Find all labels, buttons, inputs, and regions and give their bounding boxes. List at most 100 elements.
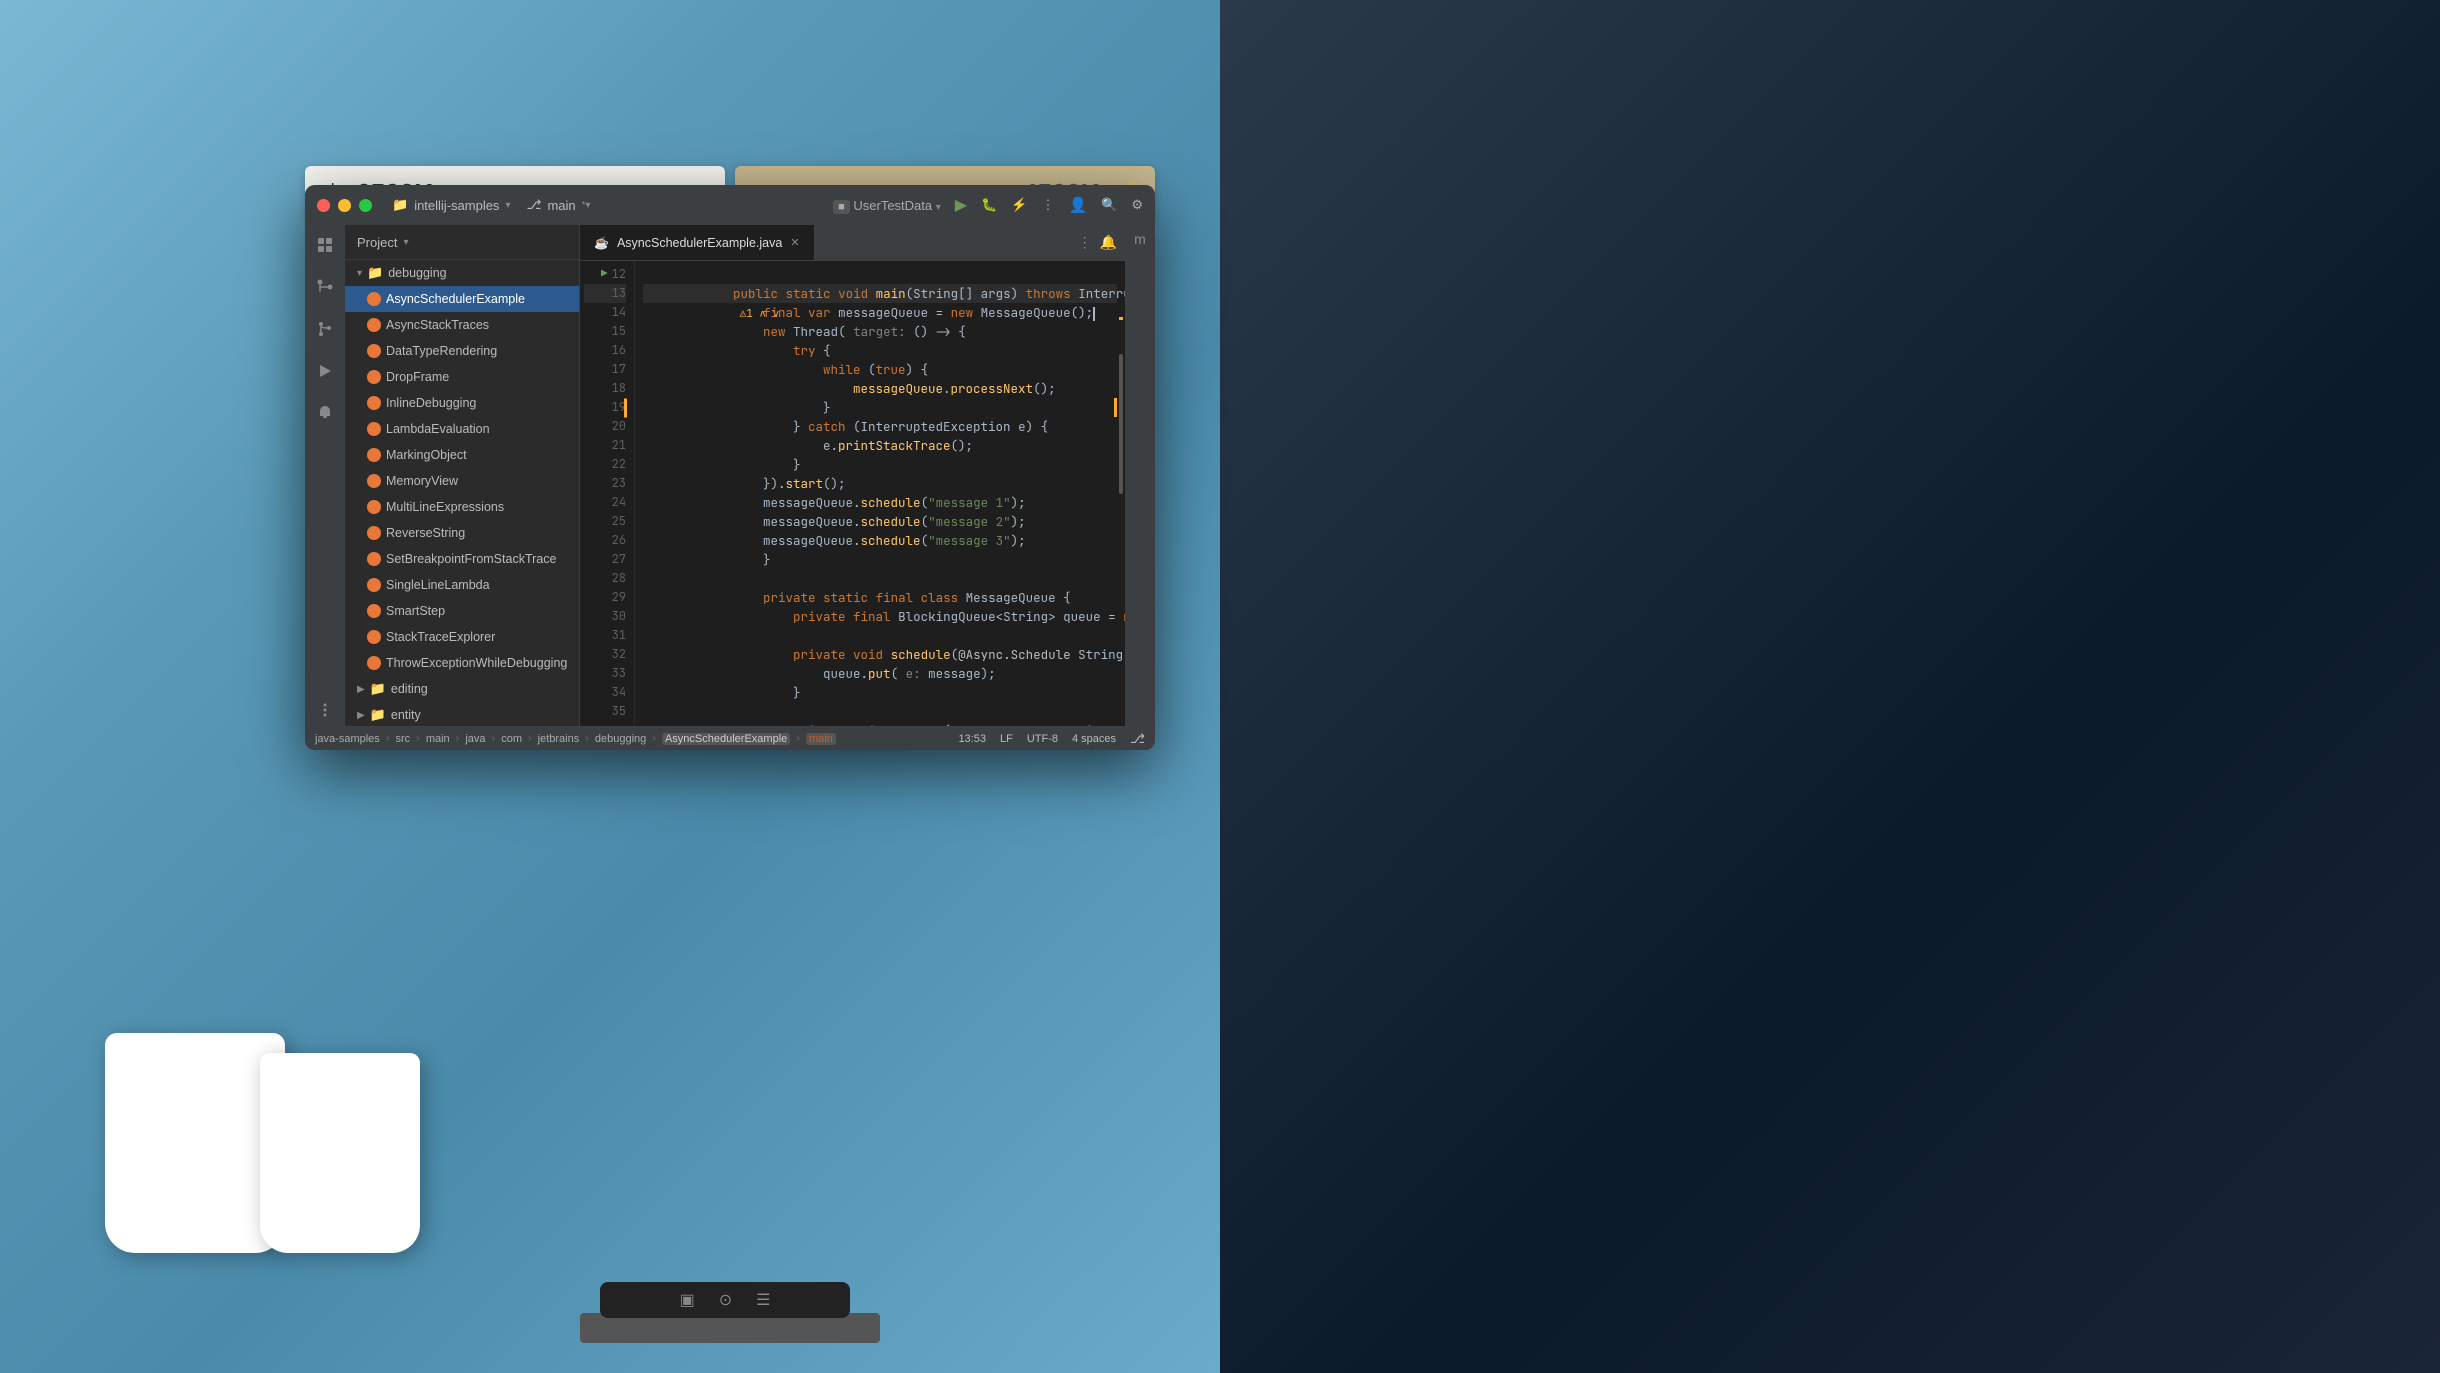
tree-file-smartstep[interactable]: SmartStep <box>345 598 579 624</box>
line-num-32: 32 <box>584 645 626 664</box>
monitor-controls: ▣ ⊙ ☰ <box>600 1282 850 1318</box>
tab-close-button[interactable]: ✕ <box>790 236 799 249</box>
stacktrace-label: StackTraceExplorer <box>386 630 495 644</box>
structure-icon[interactable] <box>313 275 337 299</box>
tree-file-throwexception[interactable]: ThrowExceptionWhileDebugging <box>345 650 579 676</box>
line-num-24: 24 <box>584 493 626 512</box>
project-icon[interactable] <box>313 233 337 257</box>
scrollbar-thumb[interactable] <box>1119 354 1123 494</box>
line-num-12: ▶ 12 <box>584 265 626 284</box>
ide-body: Project ▾ ▾ 📁 debugging AsyncSchedulerEx… <box>305 225 1155 726</box>
line-num-35: 35 <box>584 702 626 721</box>
search-button[interactable]: 🔍 <box>1101 197 1117 213</box>
line-num-29: 29 <box>584 588 626 607</box>
profile-button[interactable]: ⚡ <box>1011 197 1027 213</box>
title-bar: 📁 intellij-samples ▾ ⎇ main *▾ ■ UserTes… <box>305 185 1155 225</box>
project-chevron: ▾ <box>505 200 510 211</box>
entity-folder-icon: 📁 <box>370 707 386 723</box>
project-name: intellij-samples <box>414 198 499 213</box>
breadcrumb-text: java-samples <box>315 733 380 745</box>
tree-file-async-stack[interactable]: AsyncStackTraces <box>345 312 579 338</box>
warning-scroll-marker <box>1119 317 1123 320</box>
inline-label: InlineDebugging <box>386 396 476 410</box>
git-icon[interactable] <box>313 317 337 341</box>
maximize-button[interactable] <box>359 199 372 212</box>
memory-label: MemoryView <box>386 474 458 488</box>
tree-file-setbreakpoint[interactable]: SetBreakpointFromStackTrace <box>345 546 579 572</box>
more-button[interactable]: ⋮ <box>1041 197 1054 213</box>
minimize-button[interactable] <box>338 199 351 212</box>
tree-file-datatype[interactable]: DataTypeRendering <box>345 338 579 364</box>
run-config-chevron: ▾ <box>936 202 941 213</box>
editing-arrow: ▶ <box>357 684 365 695</box>
setbreakpoint-label: SetBreakpointFromStackTrace <box>386 552 556 566</box>
mug-right <box>260 1053 420 1253</box>
editor-tabs: ☕ AsyncSchedulerExample.java ✕ ⋮ 🔔 <box>580 225 1125 261</box>
file-tree-header: Project ▾ <box>345 225 579 260</box>
tree-file-reverse[interactable]: ReverseString <box>345 520 579 546</box>
editor-tab-async[interactable]: ☕ AsyncSchedulerExample.java ✕ <box>580 225 815 260</box>
status-breadcrumb: java-samples › src › main › java › com ›… <box>315 733 836 745</box>
tree-file-memory[interactable]: MemoryView <box>345 468 579 494</box>
branch-selector[interactable]: ⎇ main *▾ <box>526 197 590 213</box>
stacktrace-icon <box>367 630 381 644</box>
title-bar-center: 📁 intellij-samples ▾ ⎇ main *▾ <box>380 197 825 213</box>
project-panel-chevron: ▾ <box>403 237 408 248</box>
line-num-21: 21 <box>584 436 626 455</box>
setbreakpoint-icon <box>367 552 381 566</box>
tree-file-stacktrace[interactable]: StackTraceExplorer <box>345 624 579 650</box>
branch-name: main <box>547 198 575 213</box>
monitor-btn-1[interactable]: ▣ <box>680 1290 695 1310</box>
tree-file-dropframe[interactable]: DropFrame <box>345 364 579 390</box>
marking-label: MarkingObject <box>386 448 467 462</box>
notifications-icon[interactable] <box>313 401 337 425</box>
throwexception-icon <box>367 656 381 670</box>
smartstep-label: SmartStep <box>386 604 445 618</box>
line-num-22: 22 <box>584 455 626 474</box>
tree-folder-entity[interactable]: ▶ 📁 entity <box>345 702 579 726</box>
monitor-btn-2[interactable]: ⊙ <box>719 1290 732 1310</box>
tree-folder-editing[interactable]: ▶ 📁 editing <box>345 676 579 702</box>
debug-button[interactable]: 🐛 <box>981 197 997 213</box>
line-num-15: 15 <box>584 322 626 341</box>
tree-file-multiline[interactable]: MultiLineExpressions <box>345 494 579 520</box>
inline-icon <box>367 396 381 410</box>
editor-more-button[interactable]: ⋮ <box>1078 234 1092 251</box>
tree-file-inline[interactable]: InlineDebugging <box>345 390 579 416</box>
lambda-icon <box>367 422 381 436</box>
tree-file-lambda[interactable]: LambdaEvaluation <box>345 416 579 442</box>
tree-file-singleline[interactable]: SingleLineLambda <box>345 572 579 598</box>
run-config-name: UserTestData <box>853 198 932 213</box>
file-tree: Project ▾ ▾ 📁 debugging AsyncSchedulerEx… <box>345 225 580 726</box>
notifications-bell[interactable]: 🔔 <box>1100 234 1117 251</box>
right-sidebar-icon-1[interactable]: m <box>1134 231 1146 247</box>
dropframe-icon <box>367 370 381 384</box>
project-selector[interactable]: 📁 intellij-samples ▾ <box>392 197 510 213</box>
code-area[interactable]: public static void main(String[] args) t… <box>635 261 1125 726</box>
throwexception-label: ThrowExceptionWhileDebugging <box>386 656 567 670</box>
line-num-31: 31 <box>584 626 626 645</box>
line-num-28: 28 <box>584 569 626 588</box>
run-icon[interactable] <box>313 359 337 383</box>
run-config-selector[interactable]: ■ UserTestData ▾ <box>833 198 941 213</box>
entity-arrow: ▶ <box>357 710 365 721</box>
ide-window: 📁 intellij-samples ▾ ⎇ main *▾ ■ UserTes… <box>305 185 1155 750</box>
scrollbar-track[interactable] <box>1117 261 1123 726</box>
settings-button[interactable]: ⚙ <box>1131 197 1143 213</box>
async-stack-label: AsyncStackTraces <box>386 318 489 332</box>
tree-file-marking[interactable]: MarkingObject <box>345 442 579 468</box>
run-button[interactable]: ▶ <box>955 195 967 215</box>
breadcrumb-sep1: › <box>386 733 390 745</box>
tree-folder-debugging[interactable]: ▾ 📁 debugging <box>345 260 579 286</box>
monitor-btn-3[interactable]: ☰ <box>756 1290 770 1310</box>
tree-file-async-scheduler[interactable]: AsyncSchedulerExample <box>345 286 579 312</box>
account-button[interactable]: 👤 <box>1068 196 1087 214</box>
vcs-icon[interactable]: ⎇ <box>1130 731 1145 747</box>
more-sidebar-icon[interactable] <box>313 702 337 726</box>
close-button[interactable] <box>317 199 330 212</box>
line-num-26: 26 <box>584 531 626 550</box>
editor-content[interactable]: ▶ 12 13 14 15 16 17 18 19 20 <box>580 261 1125 726</box>
line-num-17: 17 <box>584 360 626 379</box>
debugging-label: debugging <box>388 266 446 280</box>
reverse-label: ReverseString <box>386 526 465 540</box>
